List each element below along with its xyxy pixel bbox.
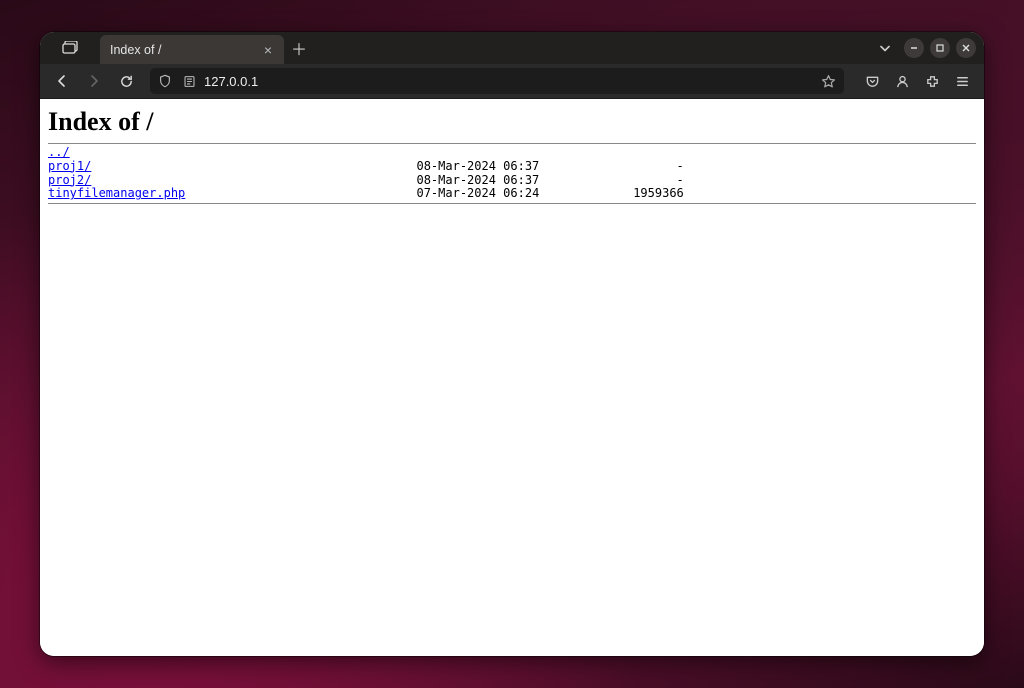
divider <box>48 143 976 144</box>
toolbar: 127.0.0.1 <box>40 64 984 99</box>
listing-entry-link[interactable]: tinyfilemanager.php <box>48 186 185 200</box>
titlebar-spacer <box>314 32 870 64</box>
nav-reload-button[interactable] <box>112 67 140 95</box>
divider <box>48 203 976 204</box>
browser-window: Index of / × ＋ <box>40 32 984 656</box>
account-icon[interactable] <box>888 67 916 95</box>
document: Index of / ../ proj1/ 08-Mar-2024 06:37 … <box>40 99 984 214</box>
tab-overview-button[interactable] <box>40 32 100 64</box>
app-menu-icon[interactable] <box>948 67 976 95</box>
desktop-background: Index of / × ＋ <box>0 0 1024 688</box>
page-title: Index of / <box>48 107 976 137</box>
address-text: 127.0.0.1 <box>204 74 812 89</box>
browser-tab[interactable]: Index of / × <box>100 35 284 64</box>
listing-entry-link[interactable]: proj1/ <box>48 159 91 173</box>
window-close-button[interactable] <box>956 38 976 58</box>
save-to-pocket-icon[interactable] <box>858 67 886 95</box>
extensions-icon[interactable] <box>918 67 946 95</box>
listing-entry-link[interactable]: proj2/ <box>48 173 91 187</box>
tab-close-button[interactable]: × <box>260 43 276 57</box>
new-tab-button[interactable]: ＋ <box>284 32 314 64</box>
parent-dir-link[interactable]: ../ <box>48 145 70 159</box>
tracking-protection-icon[interactable] <box>156 74 174 88</box>
tab-title: Index of / <box>110 43 252 57</box>
titlebar: Index of / × ＋ <box>40 32 984 64</box>
window-maximize-button[interactable] <box>930 38 950 58</box>
address-bar[interactable]: 127.0.0.1 <box>150 68 844 94</box>
window-minimize-button[interactable] <box>904 38 924 58</box>
bookmark-star-icon[interactable] <box>818 74 838 89</box>
window-controls <box>900 32 984 64</box>
nav-back-button[interactable] <box>48 67 76 95</box>
nav-forward-button[interactable] <box>80 67 108 95</box>
tabs-dropdown-button[interactable] <box>870 32 900 64</box>
site-info-icon[interactable] <box>180 75 198 88</box>
directory-listing: ../ proj1/ 08-Mar-2024 06:37 - proj2/ 08… <box>48 146 976 201</box>
page-viewport[interactable]: Index of / ../ proj1/ 08-Mar-2024 06:37 … <box>40 99 984 656</box>
toolbar-right-icons <box>854 67 976 95</box>
